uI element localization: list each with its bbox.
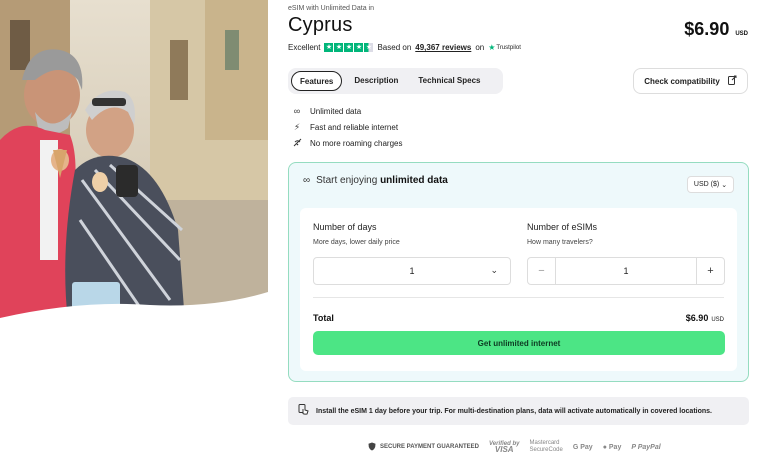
- feature-label: No more roaming charges: [310, 138, 403, 148]
- rating-stars: ★ ★ ★ ★ ★: [324, 43, 374, 52]
- check-compatibility-button[interactable]: Check compatibility: [633, 68, 748, 94]
- reviews-link[interactable]: 49,367 reviews: [415, 43, 471, 52]
- total-label: Total: [313, 313, 334, 323]
- panel-heading-prefix: Start enjoying: [316, 175, 378, 186]
- mc-bottom-text: SecureCode: [529, 447, 563, 453]
- esims-label: Number of eSIMs: [527, 222, 598, 232]
- infinity-icon: ∞: [303, 175, 311, 186]
- total-amount: $6.90: [685, 313, 709, 323]
- paypal-icon: P: [631, 443, 636, 451]
- panel-heading-bold: unlimited data: [380, 175, 448, 186]
- esims-quantity[interactable]: 1: [556, 258, 696, 284]
- days-sublabel: More days, lower daily price: [313, 239, 400, 246]
- trustpilot-logo: ★ Trustpilot: [488, 43, 521, 52]
- tab-bar: Features Description Technical Specs: [288, 68, 503, 94]
- trustpilot-name: Trustpilot: [496, 44, 521, 51]
- total-currency: USD: [711, 317, 724, 323]
- chevron-down-icon: ⌄: [490, 265, 498, 275]
- secure-payment-badge: SECURE PAYMENT GUARANTEED: [368, 442, 479, 453]
- page-title: Cyprus: [288, 14, 353, 36]
- apple-pay-logo: ● Pay: [603, 444, 622, 451]
- tab-technical-specs[interactable]: Technical Specs: [410, 71, 488, 91]
- divider: [313, 297, 724, 298]
- feature-label: Unlimited data: [310, 106, 362, 116]
- rating-label: Excellent: [288, 43, 321, 52]
- no-roaming-icon: [292, 138, 302, 149]
- price-currency: USD: [735, 31, 748, 37]
- secure-payment-text: SECURE PAYMENT GUARANTEED: [380, 444, 480, 450]
- trustpilot-rating: Excellent ★ ★ ★ ★ ★ Based on 49,367 revi…: [288, 43, 521, 52]
- mc-top-text: Mastercard: [529, 440, 560, 446]
- lightning-icon: ⚡: [293, 121, 301, 132]
- days-select[interactable]: 1 ⌄: [313, 257, 511, 285]
- chevron-down-icon: ⌄: [721, 181, 728, 189]
- rating-based-on: Based on: [377, 43, 412, 52]
- decrement-button[interactable]: −: [528, 258, 556, 284]
- esims-stepper: − 1 +: [527, 257, 725, 285]
- tab-description[interactable]: Description: [346, 71, 406, 91]
- purchase-panel: ∞ Start enjoying unlimited data USD ($) …: [288, 162, 749, 382]
- days-label: Number of days: [313, 222, 377, 232]
- star-icon: ★: [334, 43, 344, 52]
- google-pay-logo: G Pay: [572, 443, 593, 451]
- feature-item: No more roaming charges: [292, 135, 402, 151]
- days-select-value: 1: [409, 266, 415, 276]
- shield-icon: [368, 442, 376, 453]
- feature-label: Fast and reliable internet: [310, 122, 399, 132]
- external-check-icon: [727, 75, 737, 87]
- verified-by-visa-logo: Verified by VISA: [489, 441, 519, 454]
- total-value: $6.90 USD: [686, 313, 724, 323]
- currency-select[interactable]: USD ($) ⌄: [687, 176, 734, 193]
- feature-item: ⚡ Fast and reliable internet: [292, 119, 402, 135]
- price-amount: $6.90: [684, 19, 730, 39]
- hero-photo: [0, 0, 268, 322]
- increment-button[interactable]: +: [696, 258, 724, 284]
- feature-list: ∞ Unlimited data ⚡ Fast and reliable int…: [292, 103, 402, 151]
- currency-select-value: USD ($): [693, 181, 720, 188]
- star-icon: ★: [354, 43, 364, 52]
- feature-item: ∞ Unlimited data: [292, 103, 402, 119]
- visa-bottom-text: VISA: [494, 444, 514, 454]
- mastercard-securecode-logo: Mastercard SecureCode: [529, 440, 562, 454]
- product-price: $6.90 USD: [684, 19, 748, 40]
- get-unlimited-internet-button[interactable]: Get unlimited internet: [313, 331, 725, 355]
- install-notice-text: Install the eSIM 1 day before your trip.…: [316, 407, 712, 415]
- paypal-text: PayPal: [637, 443, 661, 451]
- esims-sublabel: How many travelers?: [527, 239, 593, 246]
- purchase-card: Number of days More days, lower daily pr…: [300, 208, 737, 371]
- star-icon: ★: [344, 43, 354, 52]
- rating-on: on: [475, 43, 485, 52]
- check-compatibility-label: Check compatibility: [644, 76, 720, 86]
- payment-methods: SECURE PAYMENT GUARANTEED Verified by VI…: [368, 440, 661, 454]
- tab-features[interactable]: Features: [291, 71, 343, 91]
- panel-heading: ∞ Start enjoying unlimited data: [303, 175, 448, 186]
- paypal-logo: P PayPal: [631, 444, 660, 451]
- infinity-icon: ∞: [293, 106, 301, 116]
- tap-hand-icon: [298, 404, 309, 418]
- star-icon: ★: [324, 43, 334, 52]
- trustpilot-star-icon: ★: [488, 43, 496, 52]
- half-star-icon: ★: [364, 43, 374, 52]
- apple-pay-text: Pay: [606, 443, 622, 451]
- product-eyebrow: eSIM with Unlimited Data in: [288, 5, 374, 12]
- install-notice: Install the eSIM 1 day before your trip.…: [288, 397, 749, 425]
